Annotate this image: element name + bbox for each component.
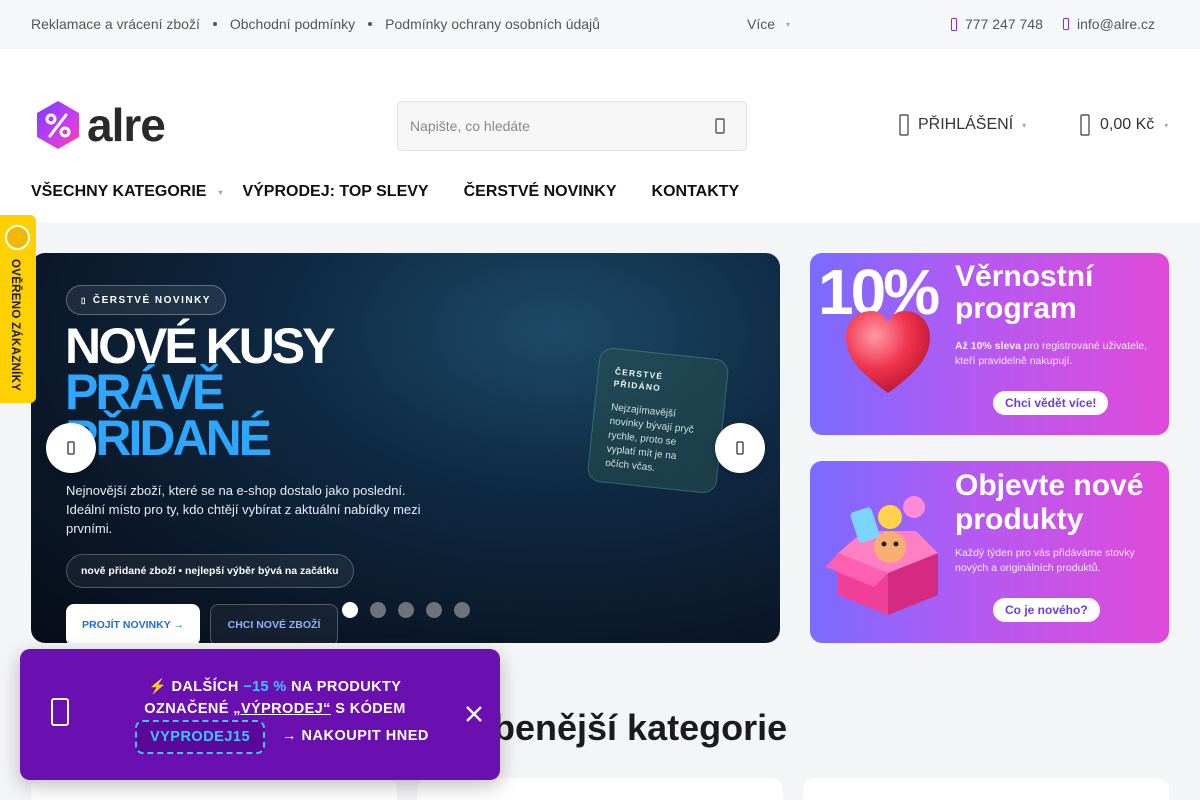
hero-pill: ▯ ČERSTVÉ NOVINKY <box>66 285 226 315</box>
sparkle-icon: ▯ <box>81 295 87 305</box>
chevron-down-icon: ▾ <box>786 19 791 29</box>
logo[interactable]: alre <box>35 99 166 151</box>
separator-dot <box>212 22 217 26</box>
hero-feature-text: nově přidané zboží • nejlepší výběr bývá… <box>81 565 339 577</box>
close-button[interactable] <box>463 704 485 726</box>
heart-icon <box>846 311 930 393</box>
user-icon <box>899 114 909 136</box>
nav-label: ČERSTVÉ NOVINKY <box>463 183 617 200</box>
mail-icon <box>1063 18 1069 30</box>
category-card[interactable] <box>417 778 783 800</box>
nav-new-arrivals[interactable]: ČERSTVÉ NOVINKY <box>464 183 617 201</box>
cart-total: 0,00 Kč <box>1100 116 1155 133</box>
promo-suffix: S KÓDEM <box>335 701 406 717</box>
banner-title: Věrnostní program <box>955 260 1094 325</box>
top-bar: Reklamace a vrácení zboží Obchodní podmí… <box>0 0 1200 49</box>
promo-prefix: ⚡ DALŠÍCH <box>148 679 239 695</box>
browse-new-button[interactable]: PROJÍT NOVINKY → <box>66 604 200 643</box>
verified-by-customers-tab[interactable]: OVĚŘENO ZÁKAZNÍKY <box>0 215 36 403</box>
hero-title: NOVÉ KUSY PRÁVĚ PŘIDANÉ <box>65 318 336 466</box>
phone-contact[interactable]: 777 247 748 <box>951 16 1043 32</box>
main-nav: VŠECHNY KATEGORIE ▾ VÝPRODEJ: TOP SLEVY … <box>31 183 739 201</box>
slider-dot[interactable] <box>342 602 358 618</box>
link-returns[interactable]: Reklamace a vrácení zboží <box>31 16 200 32</box>
verified-badge-icon <box>5 225 30 250</box>
promo-code[interactable]: VYPRODEJ15 <box>135 720 265 754</box>
promo-tag: „VÝPRODEJ“ <box>233 701 331 717</box>
verified-label: OVĚŘENO ZÁKAZNÍKY <box>9 259 21 392</box>
separator-dot <box>368 22 373 26</box>
gift-box-icon <box>826 496 938 615</box>
hero-pill-label: ČERSTVÉ NOVINKY <box>92 294 211 306</box>
nav-contacts[interactable]: KONTAKTY <box>652 183 740 201</box>
phone-icon <box>951 17 957 31</box>
banner-title: Objevte nové produkty <box>955 469 1144 536</box>
hero-description: Nejnovější zboží, které se na e-shop dos… <box>66 483 421 536</box>
categories-heading: ibenější kategorie <box>483 707 788 748</box>
promo-discount: −15 % <box>243 679 287 695</box>
slider-dots <box>342 602 470 618</box>
cart-icon <box>1080 114 1090 136</box>
promo-text: ⚡ DALŠÍCH −15 % NA PRODUKTY OZNAČENÉ „VÝ… <box>130 676 420 720</box>
promo-popup: ⚡ DALŠÍCH −15 % NA PRODUKTY OZNAČENÉ „VÝ… <box>20 649 500 780</box>
link-privacy[interactable]: Podmínky ochrany osobních údajů <box>385 16 600 32</box>
hero-title-line: PRÁVĚ <box>65 364 225 420</box>
slider-dot[interactable] <box>426 602 442 618</box>
login-label: PŘIHLÁŠENÍ <box>918 116 1014 133</box>
slider-next-button[interactable] <box>715 423 765 473</box>
hero-card-text: Nejzajímavější novinky bývají pryč rychl… <box>604 402 695 474</box>
hero-card-title: ČERSTVÉ PŘIDÁNO <box>613 366 664 394</box>
cart-button[interactable]: 0,00 Kč ▾ <box>1080 114 1168 136</box>
logo-mark-icon <box>37 101 79 149</box>
hero-title-line: PŘIDANÉ <box>65 410 272 466</box>
tag-icon <box>51 698 69 726</box>
search-icon[interactable] <box>711 117 729 135</box>
login-button[interactable]: PŘIHLÁŠENÍ ▾ <box>899 114 1026 136</box>
banner-subtitle: Každý týden pro vás přidáváme stovky nov… <box>955 547 1135 574</box>
slider-dot[interactable] <box>454 602 470 618</box>
chevron-left-icon <box>67 441 75 455</box>
category-card[interactable] <box>31 778 397 800</box>
new-products-banner[interactable]: Objevte nové produkty Každý týden pro vá… <box>810 461 1169 643</box>
slider-dot[interactable] <box>370 602 386 618</box>
email-address: info@alre.cz <box>1077 16 1156 32</box>
hero-title-line: NOVÉ KUSY <box>65 318 336 374</box>
category-card[interactable] <box>803 778 1169 800</box>
chevron-down-icon: ▾ <box>218 187 223 197</box>
slider-prev-button[interactable] <box>46 423 96 473</box>
email-contact[interactable]: info@alre.cz <box>1063 16 1155 32</box>
shop-now-button[interactable]: → NAKOUPIT HNED <box>282 728 429 744</box>
link-terms[interactable]: Obchodní podmínky <box>230 16 355 32</box>
hero-slider: ▯ ČERSTVÉ NOVINKY NOVÉ KUSY PRÁVĚ PŘIDAN… <box>31 253 780 643</box>
search-input[interactable] <box>398 102 698 150</box>
want-new-button[interactable]: CHCI NOVÉ ZBOŽÍ <box>210 604 338 643</box>
logo-text: alre <box>87 99 166 151</box>
nav-sale[interactable]: VÝPRODEJ: TOP SLEVY <box>242 183 428 201</box>
chevron-down-icon: ▾ <box>1164 120 1169 130</box>
new-products-button[interactable]: Co je nového? <box>993 598 1100 622</box>
close-icon <box>466 706 482 722</box>
nav-label: KONTAKTY <box>651 183 740 200</box>
search-box <box>397 101 747 151</box>
loyalty-banner[interactable]: 10% Věrnostní program Až 10% sleva pro r… <box>810 253 1169 435</box>
banner-subtitle: Až 10% sleva pro registrované uživatele,… <box>955 339 1160 369</box>
slider-dot[interactable] <box>398 602 414 618</box>
more-menu[interactable]: Více ▾ <box>747 16 790 32</box>
loyalty-more-button[interactable]: Chci vědět více! <box>993 391 1109 415</box>
top-links: Reklamace a vrácení zboží Obchodní podmí… <box>31 16 600 32</box>
nav-label: VŠECHNY KATEGORIE <box>31 183 207 200</box>
phone-number: 777 247 748 <box>965 16 1043 32</box>
chevron-right-icon <box>736 441 744 455</box>
banner-subtitle-bold: Až 10% sleva <box>955 340 1021 352</box>
hero-info-card: ČERSTVÉ PŘIDÁNO Nejzajímavější novinky b… <box>586 346 730 495</box>
nav-all-categories[interactable]: VŠECHNY KATEGORIE ▾ <box>31 183 222 201</box>
nav-label: VÝPRODEJ: TOP SLEVY <box>242 183 429 200</box>
hero-feature-pill: nově přidané zboží • nejlepší výběr bývá… <box>66 554 354 588</box>
chevron-down-icon: ▾ <box>1022 120 1027 130</box>
more-label: Více <box>747 16 776 32</box>
